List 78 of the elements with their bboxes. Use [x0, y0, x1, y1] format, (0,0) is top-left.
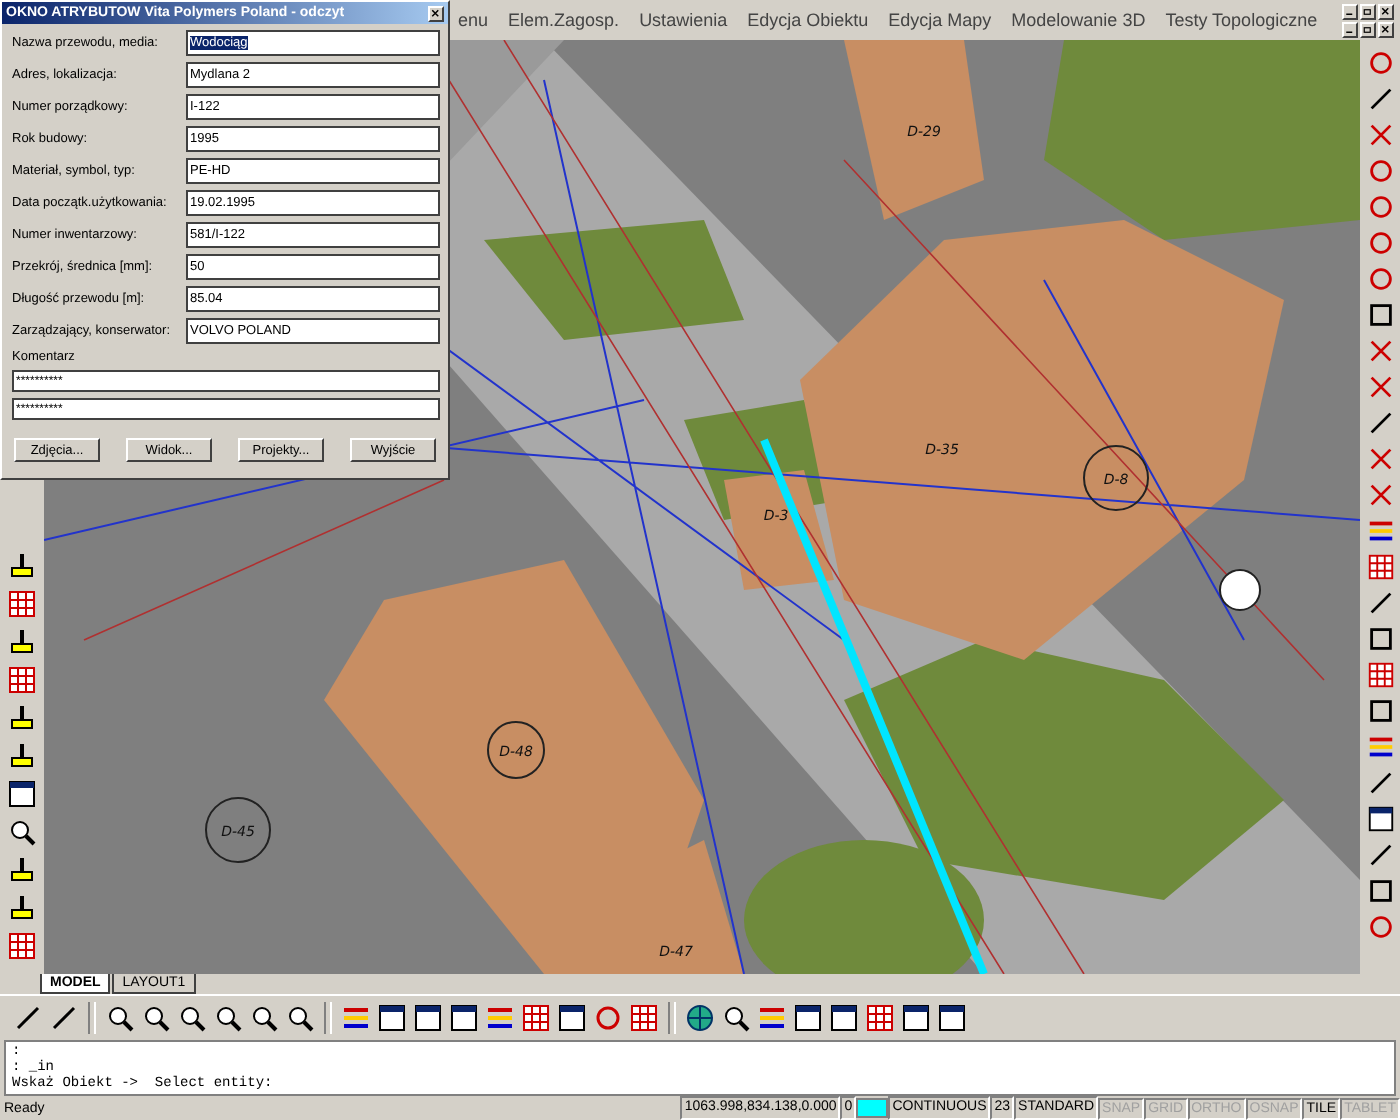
- grid-icon[interactable]: [628, 1002, 660, 1034]
- window-icon[interactable]: [900, 1002, 932, 1034]
- layers-icon[interactable]: [1365, 516, 1395, 546]
- grid-icon[interactable]: [6, 588, 38, 620]
- grid-icon[interactable]: [6, 930, 38, 962]
- grid-icon[interactable]: [1365, 660, 1395, 690]
- zoom-icon[interactable]: [140, 1002, 172, 1034]
- cross-icon[interactable]: [1365, 372, 1395, 402]
- restore-icon[interactable]: [1360, 21, 1376, 37]
- grid-icon[interactable]: [864, 1002, 896, 1034]
- pipe-icon[interactable]: [6, 854, 38, 886]
- menu-item[interactable]: Modelowanie 3D: [1011, 10, 1146, 30]
- grid-icon[interactable]: [6, 664, 38, 696]
- cross-icon[interactable]: [1365, 336, 1395, 366]
- zoom-icon[interactable]: [212, 1002, 244, 1034]
- line-icon[interactable]: [1365, 768, 1395, 798]
- cross-icon[interactable]: [1365, 480, 1395, 510]
- circle-icon[interactable]: [1365, 264, 1395, 294]
- window-icon[interactable]: [936, 1002, 968, 1034]
- close-icon[interactable]: [1378, 3, 1394, 19]
- cross-icon[interactable]: [1365, 120, 1395, 150]
- circle-icon[interactable]: [1365, 228, 1395, 258]
- layers-icon[interactable]: [340, 1002, 372, 1034]
- zoom-icon[interactable]: [284, 1002, 316, 1034]
- line-icon[interactable]: [1365, 588, 1395, 618]
- cross-icon[interactable]: [1365, 444, 1395, 474]
- window-icon[interactable]: [412, 1002, 444, 1034]
- zoom-icon[interactable]: [6, 816, 38, 848]
- color-swatch: [856, 1098, 889, 1118]
- square-icon[interactable]: [1365, 624, 1395, 654]
- menu-item[interactable]: Edycja Obiektu: [747, 10, 869, 30]
- square-icon[interactable]: [1365, 696, 1395, 726]
- line-icon[interactable]: [1365, 840, 1395, 870]
- window-icon[interactable]: [1365, 804, 1395, 834]
- grid-icon[interactable]: [1365, 552, 1395, 582]
- layers-icon[interactable]: [756, 1002, 788, 1034]
- close-icon[interactable]: [1378, 21, 1394, 37]
- pipe-icon[interactable]: [6, 626, 38, 658]
- menu-item[interactable]: Testy Topologiczne: [1165, 10, 1318, 30]
- line-icon[interactable]: [1365, 84, 1395, 114]
- line-icon[interactable]: [48, 1002, 80, 1034]
- window-icon[interactable]: [828, 1002, 860, 1034]
- circle-icon[interactable]: [1365, 156, 1395, 186]
- menu-item[interactable]: Edycja Mapy: [888, 10, 992, 30]
- selected-pipe-line[interactable]: [760, 438, 988, 974]
- line-icon[interactable]: [12, 1002, 44, 1034]
- minimize-icon[interactable]: [1342, 21, 1358, 37]
- zoom-icon[interactable]: [104, 1002, 136, 1034]
- menu-item[interactable]: enu: [458, 10, 489, 30]
- circle-icon[interactable]: [592, 1002, 624, 1034]
- zoom-icon[interactable]: [248, 1002, 280, 1034]
- window-icon[interactable]: [376, 1002, 408, 1034]
- line-icon[interactable]: [1365, 408, 1395, 438]
- roundabout-circle: [1219, 569, 1261, 611]
- grid-icon[interactable]: [520, 1002, 552, 1034]
- pipe-icon[interactable]: [6, 740, 38, 772]
- layers-icon[interactable]: [484, 1002, 516, 1034]
- minimize-icon[interactable]: [1342, 3, 1358, 19]
- pipe-icon[interactable]: [6, 702, 38, 734]
- window-icon[interactable]: [448, 1002, 480, 1034]
- circle-icon[interactable]: [1365, 192, 1395, 222]
- window-icon[interactable]: [6, 778, 38, 810]
- zoom-icon[interactable]: [720, 1002, 752, 1034]
- menu-item[interactable]: Elem.Zagosp.: [508, 10, 620, 30]
- pipe-icon[interactable]: [6, 892, 38, 924]
- window-icon[interactable]: [792, 1002, 824, 1034]
- square-icon[interactable]: [1365, 300, 1395, 330]
- circle-icon[interactable]: [1365, 912, 1395, 942]
- circle-icon[interactable]: [1365, 48, 1395, 78]
- globe-icon[interactable]: [684, 1002, 716, 1034]
- pipe-icon[interactable]: [6, 550, 38, 582]
- layers-icon[interactable]: [1365, 732, 1395, 762]
- menu-item[interactable]: Ustawienia: [639, 10, 728, 30]
- zoom-icon[interactable]: [176, 1002, 208, 1034]
- restore-icon[interactable]: [1360, 3, 1376, 19]
- close-icon[interactable]: [428, 5, 444, 21]
- square-icon[interactable]: [1365, 876, 1395, 906]
- window-icon[interactable]: [556, 1002, 588, 1034]
